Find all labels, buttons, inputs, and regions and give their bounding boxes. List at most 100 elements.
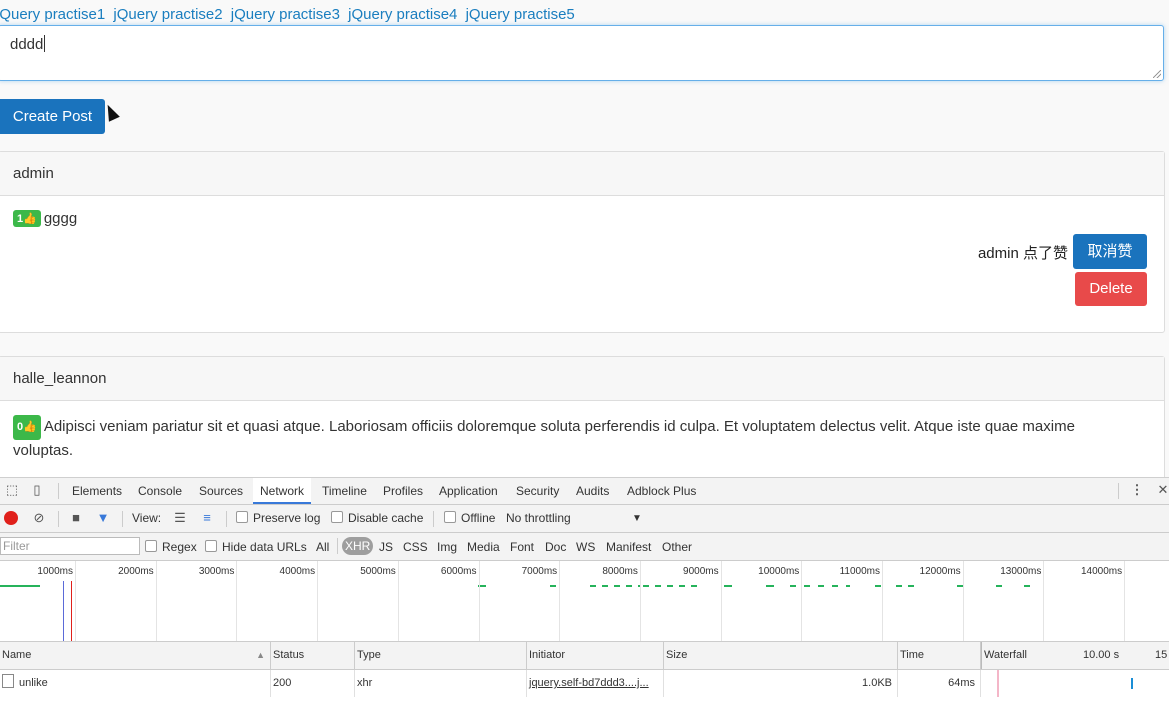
timeline-gridline: [1124, 561, 1126, 641]
nav-link-practise5[interactable]: jQuery practise5: [466, 6, 575, 23]
request-bar: [590, 585, 640, 587]
preserve-log-checkbox[interactable]: Preserve log: [236, 511, 320, 525]
chevron-down-icon[interactable]: ▼: [632, 513, 642, 524]
filter-type-ws[interactable]: WS: [576, 540, 595, 554]
filter-type-font[interactable]: Font: [510, 540, 534, 554]
web-page: jQuery practise1 jQuery practise2 jQuery…: [0, 0, 1169, 477]
column-type[interactable]: Type: [355, 642, 527, 669]
filter-type-js[interactable]: JS: [379, 540, 393, 554]
tab-console[interactable]: Console: [138, 478, 182, 504]
waterfall-view-icon[interactable]: ≡: [200, 511, 214, 525]
post-textarea[interactable]: dddd: [0, 25, 1164, 81]
tab-timeline[interactable]: Timeline: [322, 478, 367, 504]
waterfall-label: Waterfall: [984, 649, 1027, 661]
timeline-gridline: [1043, 561, 1045, 641]
more-options-icon[interactable]: ⋮: [1130, 483, 1144, 497]
disable-cache-checkbox[interactable]: Disable cache: [331, 511, 423, 525]
throttling-value: No throttling: [506, 511, 571, 525]
filter-type-doc[interactable]: Doc: [545, 540, 566, 554]
filter-type-manifest[interactable]: Manifest: [606, 540, 651, 554]
device-toolbar-icon[interactable]: ▯: [30, 483, 44, 497]
nav-link-practise2[interactable]: jQuery practise2: [113, 6, 222, 23]
column-waterfall[interactable]: Waterfall 10.00 s 15: [981, 642, 1169, 669]
timeline-tick-label: 1000ms: [37, 566, 73, 577]
filter-type-media[interactable]: Media: [467, 540, 500, 554]
timeline-tick-label: 7000ms: [521, 566, 558, 577]
timeline-tick-label: 5000ms: [360, 566, 396, 577]
filter-type-all[interactable]: All: [316, 540, 329, 554]
throttling-select[interactable]: No throttling: [506, 511, 571, 525]
column-status[interactable]: Status: [271, 642, 355, 669]
resize-handle-icon[interactable]: [1153, 70, 1161, 78]
request-initiator-link[interactable]: jquery.self-bd7ddd3....j...: [527, 670, 664, 697]
network-toolbar: ⊘ ■ ▼ View: ☰ ≡ Preserve log Disable cac…: [0, 505, 1169, 533]
timeline-gridline: [962, 561, 964, 641]
list-view-icon[interactable]: ☰: [173, 511, 187, 525]
filter-type-img[interactable]: Img: [437, 540, 457, 554]
separator: [433, 511, 434, 527]
filter-type-css[interactable]: CSS: [403, 540, 428, 554]
filter-type-other[interactable]: Other: [662, 540, 692, 554]
tab-sources[interactable]: Sources: [199, 478, 243, 504]
post-body: 1👍 gggg admin 点了赞 取消赞 Delete: [0, 196, 1164, 306]
post-textarea-value: dddd: [10, 36, 44, 53]
inspect-element-icon[interactable]: ⬚: [5, 483, 19, 497]
request-bar: [0, 585, 40, 587]
timeline-tick-label: 15: [1143, 566, 1169, 577]
devtools-tabbar: ⬚ ▯ Elements Console Sources Network Tim…: [0, 478, 1169, 505]
column-initiator[interactable]: Initiator: [527, 642, 664, 669]
request-time: 64ms: [898, 670, 981, 697]
tab-network[interactable]: Network: [253, 478, 312, 504]
tab-audits[interactable]: Audits: [576, 478, 609, 504]
tab-profiles[interactable]: Profiles: [383, 478, 423, 504]
column-size[interactable]: Size: [664, 642, 898, 669]
record-icon[interactable]: [4, 511, 18, 525]
hide-data-urls-checkbox[interactable]: Hide data URLs: [205, 540, 307, 554]
screen: jQuery practise1 jQuery practise2 jQuery…: [0, 0, 1169, 701]
nav-link-practise4[interactable]: jQuery practise4: [348, 6, 457, 23]
delete-button[interactable]: Delete: [1075, 272, 1147, 306]
column-time[interactable]: Time: [898, 642, 981, 669]
timeline-gridline: [155, 561, 157, 641]
unlike-button[interactable]: 取消赞: [1073, 234, 1147, 269]
request-size: 1.0KB: [664, 670, 898, 697]
post-author: halle_leannon: [0, 357, 1164, 401]
regex-checkbox[interactable]: Regex: [145, 540, 197, 554]
tab-security[interactable]: Security: [516, 478, 559, 504]
filter-type-xhr[interactable]: XHR: [342, 537, 374, 555]
sort-ascending-icon: ▲: [256, 650, 265, 660]
offline-checkbox[interactable]: Offline: [444, 511, 495, 525]
close-icon[interactable]: ✕: [1156, 483, 1169, 497]
timeline-overview[interactable]: 1000ms 2000ms 3000ms 4000ms 5000ms 6000ms 7000…: [0, 561, 1169, 642]
timeline-tick-label: 3000ms: [198, 566, 235, 577]
nav-link-practise3[interactable]: jQuery practise3: [231, 6, 340, 23]
tab-elements[interactable]: Elements: [72, 478, 122, 504]
checkbox-icon: [236, 511, 248, 523]
timeline-gridline: [317, 561, 319, 641]
request-bar: [1024, 585, 1030, 587]
request-bar: [766, 585, 774, 587]
table-row[interactable]: unlike 200 xhr jquery.self-bd7ddd3....j.…: [0, 670, 1169, 697]
filter-input[interactable]: Filter: [0, 537, 140, 555]
dom-content-loaded-line: [63, 581, 64, 641]
column-name[interactable]: Name ▲: [0, 642, 271, 669]
table-row[interactable]: [0, 697, 1169, 701]
timeline-tick-label: 6000ms: [440, 566, 477, 577]
like-count-badge: 0👍: [13, 415, 41, 440]
separator: [58, 483, 59, 499]
timeline-tick-label: 11000ms: [839, 566, 880, 577]
create-post-button[interactable]: Create Post: [0, 99, 105, 134]
tab-adblock-plus[interactable]: Adblock Plus: [627, 478, 696, 504]
nav-link-practise1[interactable]: jQuery practise1: [0, 6, 105, 23]
separator: [122, 511, 123, 527]
filter-icon[interactable]: ▼: [96, 511, 110, 525]
post-content: Adipisci veniam pariatur sit et quasi at…: [13, 418, 1075, 459]
request-bar: [896, 585, 916, 587]
post-body: 0👍 Adipisci veniam pariatur sit et quasi …: [0, 401, 1164, 475]
timeline-gridline: [397, 561, 399, 641]
clear-icon[interactable]: ⊘: [32, 511, 46, 525]
timeline-gridline: [559, 561, 561, 641]
capture-screenshots-icon[interactable]: ■: [69, 511, 83, 525]
tab-application[interactable]: Application: [439, 478, 498, 504]
separator: [58, 511, 59, 527]
